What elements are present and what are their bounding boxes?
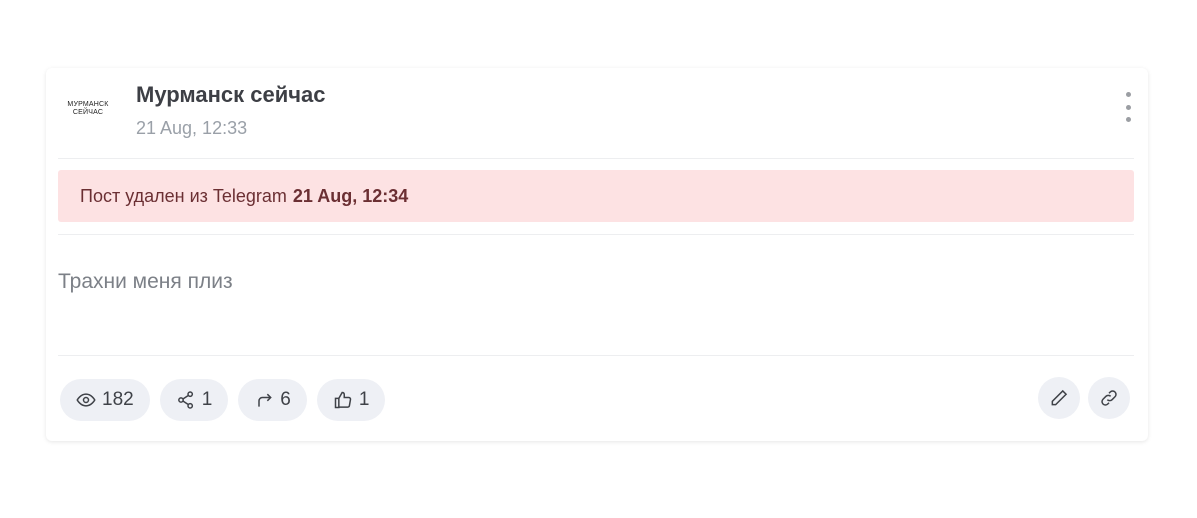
kebab-menu-icon	[1125, 92, 1131, 97]
logo-line-2: СЕЙЧАС	[72, 109, 104, 116]
post-stats: 182 1 6 1	[60, 379, 386, 421]
logo-line-1: МУРМАНСК	[67, 101, 109, 108]
divider	[58, 234, 1134, 235]
post-timestamp: 21 Aug, 12:33	[136, 118, 248, 138]
post-text: Трахни меня плиз	[58, 270, 233, 293]
thumbs-up-icon	[334, 391, 352, 409]
eye-icon	[76, 393, 96, 407]
views-count: 182	[102, 389, 134, 410]
more-options-button[interactable]	[1124, 92, 1132, 122]
views-button[interactable]: 182	[60, 379, 150, 421]
post-actions	[1038, 377, 1130, 419]
link-icon	[1101, 390, 1117, 406]
channel-logo[interactable]: МУРМАНСК СЕЙЧАС	[60, 94, 116, 124]
likes-button[interactable]: 1	[316, 379, 386, 421]
deleted-notice: Пост удален из Telegram 21 Aug, 12:34	[58, 170, 1134, 222]
forwards-count: 6	[280, 389, 291, 410]
likes-count: 1	[358, 389, 370, 410]
divider	[58, 355, 1134, 356]
shares-count: 1	[201, 389, 213, 410]
post-card: МУРМАНСК СЕЙЧАС Мурманск сейчас 21 Aug, …	[46, 68, 1148, 441]
deleted-notice-time: 21 Aug, 12:34	[292, 185, 409, 206]
shares-button[interactable]: 1	[159, 379, 229, 421]
forwards-button[interactable]: 6	[238, 379, 307, 421]
divider	[58, 158, 1134, 159]
copy-link-button[interactable]	[1088, 377, 1130, 419]
pencil-icon	[1051, 389, 1068, 406]
forward-arrow-icon	[258, 393, 273, 407]
deleted-notice-text: Пост удален из Telegram	[80, 185, 287, 206]
edit-button[interactable]	[1038, 377, 1080, 419]
share-icon	[177, 391, 193, 409]
channel-name[interactable]: Мурманск сейчас	[136, 82, 326, 108]
